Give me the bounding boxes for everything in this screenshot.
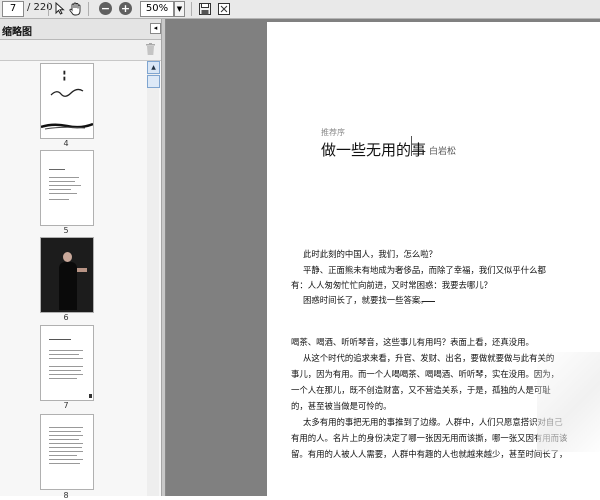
body-text-line: 一个人在那儿，既不创造财富，又不营造关系，于是，孤独的人是可耻 — [291, 385, 551, 395]
thumbnail-text-line — [49, 350, 83, 351]
select-arrow-icon[interactable] — [52, 1, 67, 16]
body-text-line: 困惑时间长了，就要找一些答案。 — [303, 295, 429, 305]
section-label: 推荐序 — [321, 128, 345, 137]
thumbnail-page[interactable] — [40, 150, 94, 226]
zoom-dropdown-button[interactable]: ▼ — [174, 1, 185, 17]
document-view[interactable]: 推荐序 做一些无用的事 白岩松 此时此刻的中国人，我们，怎么啦？ 平静、正面熊未… — [166, 19, 600, 496]
body-text-line: 有用的人。名片上的身份决定了哪一张因无用而该撕，哪一张又因有用而该 — [291, 433, 568, 443]
thumbnail-photo-face — [63, 252, 72, 262]
thumbnail-text-line — [49, 358, 83, 359]
thumbnail-calligraphy: ▮ ▮ — [63, 70, 66, 82]
thumbnail-scrollbar[interactable]: ▲ — [147, 61, 160, 496]
thumbnail-text-line — [49, 193, 77, 194]
thumbnail-text-line — [49, 374, 83, 375]
thumbnail-text-line — [49, 455, 77, 456]
thumbnail-photo-figure — [59, 262, 77, 310]
body-text-line: 太多有用的事把无用的事推到了边缘。人群中，人们只愿意搭识对自己 — [303, 417, 563, 427]
thumbnail-text-line — [49, 435, 83, 436]
panel-title: 缩略图 — [2, 27, 32, 38]
save-icon[interactable] — [197, 1, 212, 16]
thumbnail-page-number: 5 — [63, 226, 69, 235]
title-divider — [411, 136, 412, 156]
zoom-in-icon[interactable]: + — [118, 1, 133, 16]
hand-icon[interactable] — [68, 1, 83, 16]
body-text-line: 留。有用的人被人人需要，人群中有趣的人也就越来越少，甚至时间长了， — [291, 449, 568, 459]
body-text-line: 从这个时代的追求来看，升官、发财、出名，要做就要做与此有关的 — [303, 353, 555, 363]
thumbnail-page-number: 6 — [63, 313, 69, 322]
thumbnail-page-photo[interactable] — [40, 237, 94, 313]
toolbar-divider — [88, 2, 89, 16]
thumbnail-page-marker — [89, 394, 92, 398]
thumbnail-text-line — [49, 189, 71, 190]
thumbnail-text-line — [49, 439, 79, 440]
thumbnail-text-line — [49, 447, 82, 448]
thumbnail-text-line — [49, 185, 81, 186]
panel-collapse-button[interactable]: ◂ — [150, 23, 161, 34]
thumbnail-page-number: 7 — [63, 401, 69, 410]
thumbnail-page[interactable] — [40, 414, 94, 490]
thumbnail-page-current[interactable] — [40, 325, 94, 401]
panel-header: 缩略图 ◂ — [0, 19, 161, 40]
thumbnail-text-line — [49, 366, 83, 367]
zoom-input[interactable]: 50% — [140, 1, 174, 17]
thumbnail-text-line — [49, 339, 71, 340]
thumbnail-text-line — [49, 431, 81, 432]
thumbnail-text-line — [49, 463, 80, 464]
thumbnails-panel: 缩略图 ◂ ▮ ▮ 4 5 6 7 8 ▲ — [0, 19, 162, 500]
thumbnail-text-line — [49, 378, 77, 379]
thumbnail-page[interactable]: ▮ ▮ — [40, 63, 94, 139]
thumbnail-text-line — [49, 354, 79, 355]
body-text-line: 此时此刻的中国人，我们，怎么啦？ — [303, 249, 437, 259]
body-text-line: 有：人人匆匆忙忙向前进，又时常困惑：我要去哪儿？ — [291, 280, 492, 290]
author-name: 白岩松 — [429, 147, 457, 157]
thumbnail-page-number: 4 — [63, 139, 69, 148]
toolbar-divider — [191, 2, 192, 16]
scroll-up-button[interactable]: ▲ — [147, 61, 160, 74]
thumbnail-calligraphy — [49, 84, 85, 97]
page-number-input[interactable]: 7 — [2, 1, 24, 17]
fit-page-icon[interactable] — [216, 1, 231, 16]
thumbnail-text-line — [49, 443, 83, 444]
thumbnail-text-line — [49, 427, 83, 428]
thumbnail-list: ▮ ▮ 4 5 6 7 8 — [0, 61, 146, 500]
document-page: 推荐序 做一些无用的事 白岩松 此时此刻的中国人，我们，怎么啦？ 平静、正面熊未… — [267, 22, 600, 496]
toolbar: 7 / 220 − + 50% ▼ — [0, 0, 600, 19]
trash-icon[interactable] — [146, 43, 155, 55]
zoom-out-icon[interactable]: − — [98, 1, 113, 16]
thumbnail-text-line — [49, 199, 69, 200]
thumbnail-ink-stroke — [40, 116, 94, 130]
thumbnail-text-line — [49, 370, 81, 371]
thumbnail-text-line — [49, 459, 83, 460]
body-text-line: 的，甚至被当做是可怜的。 — [291, 401, 392, 411]
thumbnail-text-line — [49, 451, 83, 452]
thumbnail-text-line — [49, 181, 75, 182]
body-text-line: 事儿，因为有用。而一个人喝喝茶、喝喝酒、听听琴，实在没用。因为， — [291, 369, 559, 379]
body-text-line: 平静、正面熊未有地成为奢侈品，而除了幸福，我们又似乎什么都 — [303, 265, 546, 275]
scrollbar-thumb[interactable] — [147, 75, 160, 88]
section-divider — [422, 301, 435, 302]
thumbnail-text-line — [49, 169, 65, 170]
thumbnail-photo-hand — [77, 268, 87, 272]
page-watermark — [537, 352, 600, 452]
panel-toolbar — [0, 40, 161, 61]
thumbnail-text-line — [49, 177, 79, 178]
body-text-line: 喝茶、喝酒、听听琴音，这些事儿有用吗？表面上看，还真没用。 — [291, 337, 534, 347]
toolbar-divider — [48, 2, 49, 16]
